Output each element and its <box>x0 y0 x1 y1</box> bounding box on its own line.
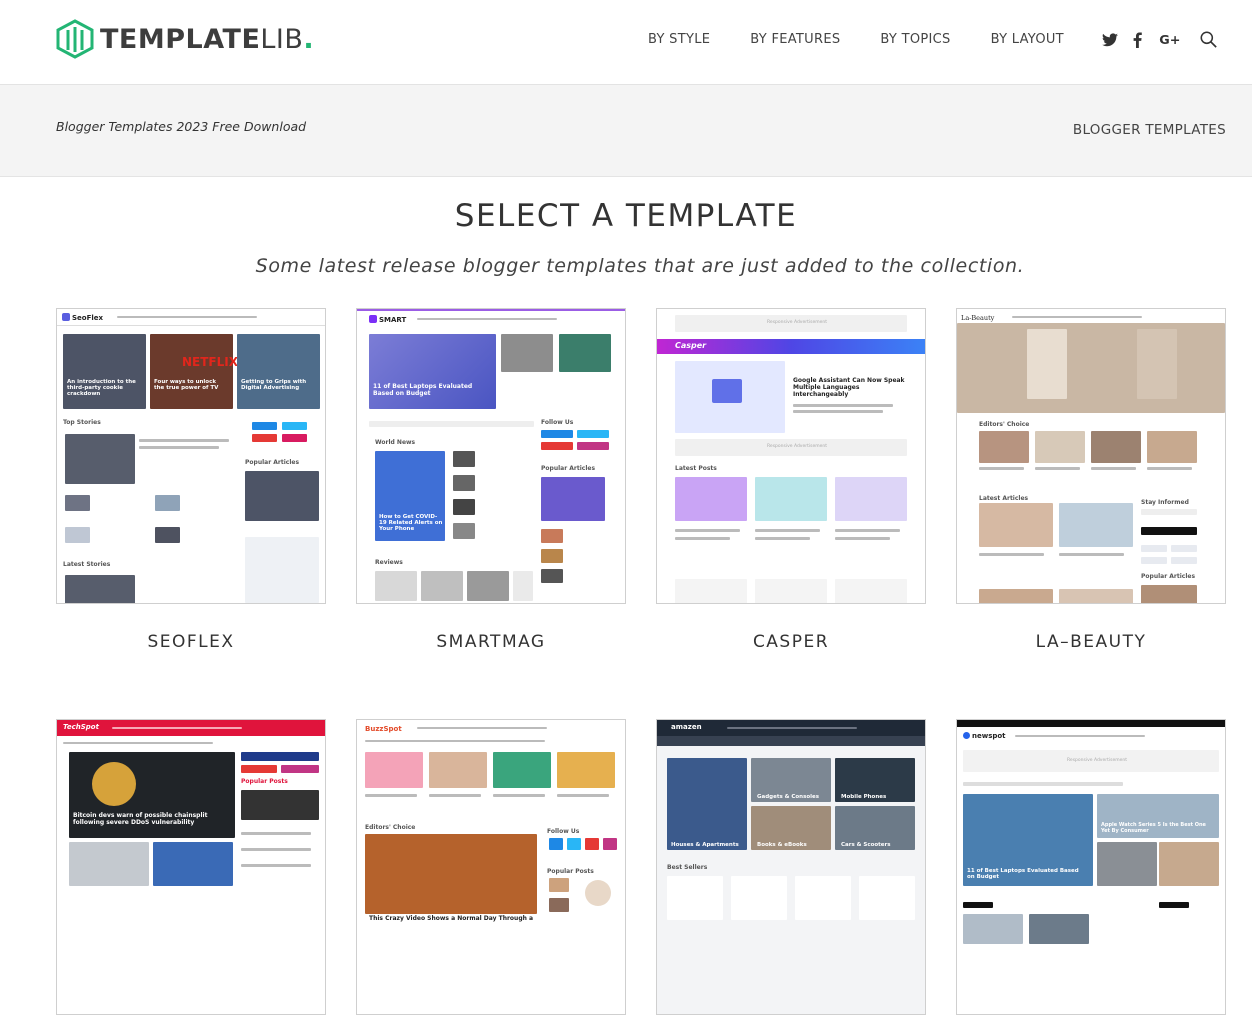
template-thumbnail[interactable]: amazen Gadgets & Consoles Mobile Phones … <box>656 719 926 1015</box>
template-card-la-beauty[interactable]: La-Beauty Editors' Choice Latest Article… <box>956 308 1226 652</box>
twitter-icon[interactable] <box>1102 32 1118 47</box>
template-thumbnail[interactable]: SeoFlex NETFLIX An introduction to the t… <box>56 308 326 604</box>
social-links: G+ <box>1102 31 1217 48</box>
template-card-techspot[interactable]: TechSpot Bitcoin devs warn of possible c… <box>56 719 326 1015</box>
template-thumbnail[interactable]: BuzzSpot Editors' Choice This Crazy Vide… <box>356 719 626 1015</box>
template-thumbnail[interactable]: La-Beauty Editors' Choice Latest Article… <box>956 308 1226 604</box>
site-header: TEMPLATELIB. BY STYLE BY FEATURES BY TOP… <box>0 0 1252 85</box>
site-logo[interactable]: TEMPLATELIB. <box>56 19 314 59</box>
nav-by-topics[interactable]: BY TOPICS <box>880 32 950 47</box>
template-name[interactable]: LA–BEAUTY <box>956 632 1226 652</box>
breadcrumb-category[interactable]: BLOGGER TEMPLATES <box>1073 122 1226 138</box>
search-icon[interactable] <box>1200 31 1217 48</box>
template-card-seoflex[interactable]: SeoFlex NETFLIX An introduction to the t… <box>56 308 326 652</box>
template-name[interactable]: SEOFLEX <box>56 632 326 652</box>
template-card-smartmag[interactable]: SMART 11 of Best Laptops Evaluated Based… <box>356 308 626 652</box>
section-subtitle: Some latest release blogger templates th… <box>255 255 1025 277</box>
breadcrumb-band: Blogger Templates 2023 Free Download BLO… <box>0 85 1252 177</box>
template-thumbnail[interactable]: TechSpot Bitcoin devs warn of possible c… <box>56 719 326 1015</box>
template-card-amazen[interactable]: amazen Gadgets & Consoles Mobile Phones … <box>656 719 926 1015</box>
section-title: SELECT A TEMPLATE <box>454 198 798 234</box>
template-card-casper[interactable]: Responsive Advertisement Casper Google A… <box>656 308 926 652</box>
logo-icon <box>56 19 94 59</box>
template-name[interactable]: CASPER <box>656 632 926 652</box>
logo-wordmark: TEMPLATELIB <box>100 23 304 55</box>
svg-text:G+: G+ <box>1159 33 1180 47</box>
template-thumbnail[interactable]: SMART 11 of Best Laptops Evaluated Based… <box>356 308 626 604</box>
template-name[interactable]: SMARTMAG <box>356 632 626 652</box>
nav-by-style[interactable]: BY STYLE <box>648 32 710 47</box>
logo-dot: . <box>303 23 314 55</box>
main-nav: BY STYLE BY FEATURES BY TOPICS BY LAYOUT <box>648 32 1104 47</box>
template-thumbnail[interactable]: newspot Responsive Advertisement 11 of B… <box>956 719 1226 1015</box>
breadcrumb-subtitle: Blogger Templates 2023 Free Download <box>56 119 307 134</box>
nav-by-features[interactable]: BY FEATURES <box>750 32 840 47</box>
facebook-icon[interactable] <box>1133 31 1142 48</box>
google-plus-icon[interactable]: G+ <box>1159 32 1182 47</box>
template-thumbnail[interactable]: Responsive Advertisement Casper Google A… <box>656 308 926 604</box>
nav-by-layout[interactable]: BY LAYOUT <box>991 32 1064 47</box>
template-card-newspot[interactable]: newspot Responsive Advertisement 11 of B… <box>956 719 1226 1015</box>
template-card-buzzspot[interactable]: BuzzSpot Editors' Choice This Crazy Vide… <box>356 719 626 1015</box>
